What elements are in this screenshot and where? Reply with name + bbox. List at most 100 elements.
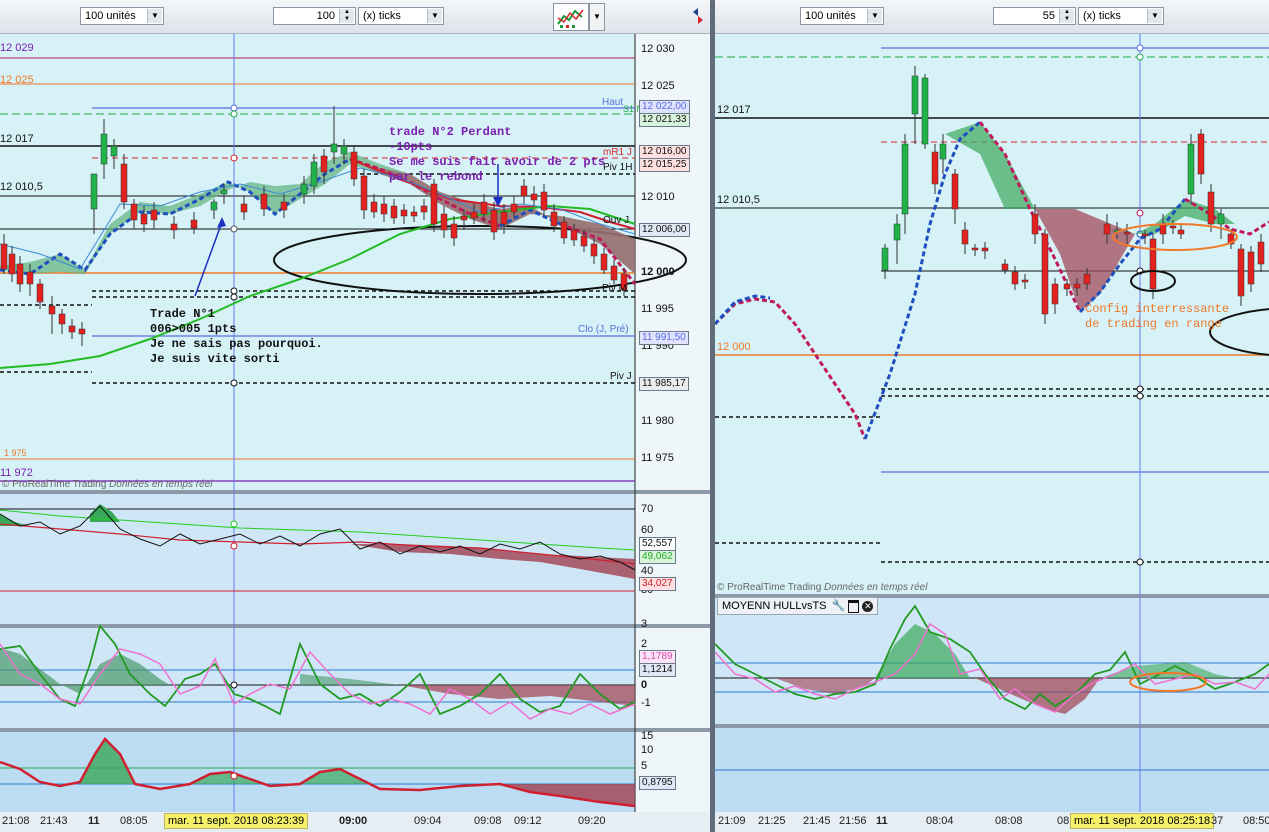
credit-text: © ProRealTime Trading Données en temps r… [2, 479, 212, 490]
chevron-down-icon[interactable]: ▼ [147, 9, 162, 23]
candle-body [500, 211, 508, 225]
candle-body [911, 75, 919, 115]
ind1-tick: 60 [641, 524, 654, 536]
candle-body [340, 145, 348, 155]
candle-body [1247, 251, 1255, 285]
ind2-tick: 2 [641, 638, 648, 650]
price-box-mr1: 12 016,00 [639, 145, 690, 159]
units-select[interactable]: 100 unités ▼ [80, 7, 164, 25]
ticks-type-select[interactable]: (x) ticks ▼ [358, 7, 444, 25]
ticks-type-select[interactable]: (x) ticks ▼ [1078, 7, 1164, 25]
close-icon[interactable]: ✕ [862, 600, 874, 612]
credit-realtime: Données en temps réel [824, 582, 928, 593]
cursor-date-label: mar. 11 sept. 2018 08:23:39 [164, 813, 309, 829]
ouvj-label: Ouv J [603, 215, 630, 226]
time-tick: 09:12 [514, 815, 542, 827]
ticks-count-input[interactable]: 100 ▲ ▼ [273, 7, 356, 25]
window-icon[interactable] [848, 599, 860, 613]
ticks-count-value: 55 [1042, 10, 1055, 22]
candle-body [440, 213, 448, 231]
time-tick: 08:05 [120, 815, 148, 827]
time-tick: 37 [1211, 815, 1224, 827]
indicator-title-bar: MOYENN HULLvsTS 🔧 ✕ [717, 597, 879, 615]
time-tick: 11 [876, 815, 888, 827]
candle-body [1031, 213, 1039, 235]
candle-body [1083, 273, 1091, 285]
candle-body [961, 229, 969, 245]
right-toolbar: 100 unités ▼ 55 ▲ ▼ (x) ticks ▼ [715, 0, 1269, 34]
time-tick: 11 [88, 815, 100, 827]
ind1-tick: 70 [641, 503, 654, 515]
indicator-title: MOYENN HULLvsTS [722, 600, 827, 612]
chart-style-button[interactable] [553, 3, 589, 31]
time-tick: 21:56 [839, 815, 867, 827]
ind3-box: 0,8795 [639, 776, 676, 790]
wrench-icon[interactable]: 🔧 [832, 600, 846, 612]
mr1-label: mR1 J [603, 147, 632, 158]
time-tick: 21:43 [40, 815, 68, 827]
pivj-label: Piv J [610, 371, 632, 382]
left-toolbar: 100 unités ▼ 100 ▲ ▼ (x) ticks ▼ ▼ [0, 0, 710, 34]
candle-body [430, 183, 438, 225]
time-tick: 08 [1057, 815, 1070, 827]
chart-style-icon [557, 9, 584, 28]
candle-body [1103, 223, 1111, 235]
candle-body [470, 211, 478, 219]
candle-body [1149, 238, 1157, 290]
candle-body [610, 265, 618, 281]
candle-body [1217, 213, 1225, 225]
units-select[interactable]: 100 unités ▼ [800, 7, 884, 25]
chevron-down-icon: ▼ [593, 12, 601, 21]
candle-body [78, 328, 86, 335]
haut-label: Haut [602, 97, 624, 108]
candle-body [1041, 233, 1049, 315]
ind2-box: 1,1789 [639, 650, 676, 664]
candle-body [450, 223, 458, 239]
level-12000-label: 12 000 [717, 341, 751, 353]
price-tick: 11 995 [641, 303, 674, 315]
credit-brand: © ProRealTime Trading [717, 582, 822, 593]
price-box-s1: 12 021,33 [639, 113, 690, 127]
candle-body [1011, 271, 1019, 285]
units-select-value: 100 unités [805, 10, 856, 22]
candle-body [1123, 231, 1131, 235]
candle-body [0, 243, 8, 270]
units-select-value: 100 unités [85, 10, 136, 22]
level-12017-label: 12 017 [0, 133, 34, 145]
candle-body [1073, 283, 1081, 289]
candle-body [380, 203, 388, 215]
pivm-label: Piv M [602, 283, 627, 294]
candle-body [921, 77, 929, 145]
candle-body [300, 183, 308, 195]
time-tick: 09:08 [474, 815, 502, 827]
left-chart-panel: 100 unités ▼ 100 ▲ ▼ (x) ticks ▼ ▼ 12 02… [0, 0, 710, 832]
candle-body [520, 185, 528, 197]
candle-body [90, 173, 98, 210]
ind2-tick: 0 [641, 679, 648, 691]
chevron-down-icon[interactable]: ▼ [427, 9, 442, 23]
link-arrows-icon[interactable] [690, 4, 706, 28]
chevron-down-icon[interactable]: ▼ [1147, 9, 1162, 23]
ticks-count-input[interactable]: 55 ▲ ▼ [993, 7, 1076, 25]
right-price-chart[interactable] [715, 34, 1269, 832]
candle-body [530, 193, 538, 201]
ind1-tick: 40 [641, 565, 654, 577]
level-12010-label: 12 010,5 [0, 181, 43, 193]
chart-style-dropdown[interactable]: ▼ [589, 3, 605, 31]
spinner-arrows-icon[interactable]: ▲ ▼ [1059, 9, 1074, 23]
candle-body [8, 253, 16, 275]
candle-body [1257, 241, 1265, 265]
spinner-arrows-icon[interactable]: ▲ ▼ [339, 9, 354, 23]
ind3-tick: 5 [641, 760, 648, 772]
candle-body [1051, 283, 1059, 305]
candle-body [170, 223, 178, 231]
candle-body [560, 221, 568, 239]
chevron-down-icon[interactable]: ▼ [867, 9, 882, 23]
candle-body [26, 271, 34, 285]
candle-body [330, 143, 338, 153]
ticks-type-value: (x) ticks [1083, 10, 1121, 22]
ind2-tick: 3 [641, 618, 648, 630]
candle-body [1021, 279, 1029, 283]
piv1h-label: Piv 1H [603, 162, 633, 173]
ind2-tick: -1 [641, 697, 651, 709]
